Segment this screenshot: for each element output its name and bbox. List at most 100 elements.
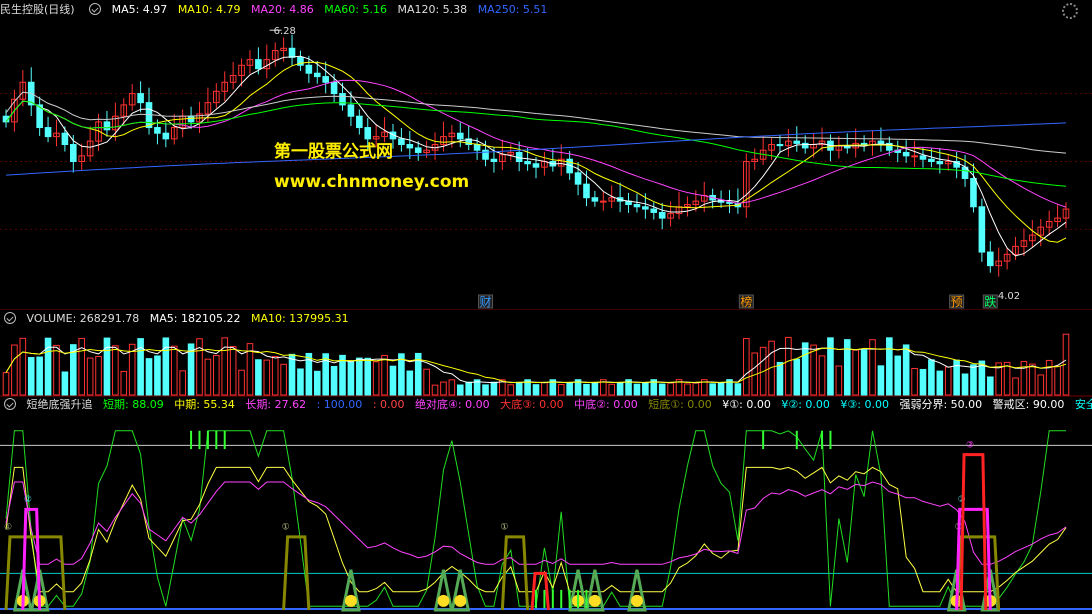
long-term-line bbox=[5, 481, 1067, 565]
volume-bar bbox=[440, 381, 447, 396]
candle-body bbox=[928, 158, 935, 162]
volume-bar bbox=[154, 355, 161, 396]
candle-body bbox=[793, 140, 801, 144]
volume-ma5-label: MA5: 182105.22 bbox=[149, 312, 241, 325]
osc-name: 短绝底强升追 bbox=[26, 398, 93, 411]
volume-bar bbox=[515, 381, 523, 396]
smiley-icon bbox=[630, 594, 643, 607]
volume-bar bbox=[490, 381, 498, 396]
volume-bar bbox=[911, 367, 918, 396]
volume-bar bbox=[1003, 361, 1011, 396]
volume-bar bbox=[616, 382, 624, 396]
volume-bar bbox=[776, 361, 784, 396]
volume-bar bbox=[667, 382, 674, 396]
candle-body bbox=[658, 211, 666, 219]
gear-icon[interactable] bbox=[1062, 3, 1078, 19]
volume-bar bbox=[860, 349, 868, 396]
candle-body bbox=[970, 177, 977, 208]
volume-bar bbox=[372, 361, 380, 396]
volume-ma10-label: MA10: 137995.31 bbox=[250, 312, 349, 325]
candle-body bbox=[406, 144, 414, 149]
volume-bar bbox=[297, 368, 304, 396]
volume-bar bbox=[456, 384, 464, 396]
volume-bar bbox=[532, 384, 540, 396]
volume-bar bbox=[507, 384, 515, 396]
volume-bar bbox=[1037, 374, 1045, 396]
volume-bar bbox=[961, 373, 969, 396]
volume-title-bar: VOLUME: 268291.78 MA5: 182105.22 MA10: 1… bbox=[0, 311, 356, 327]
candle-body bbox=[398, 138, 405, 146]
osc-expand-icon[interactable] bbox=[4, 398, 16, 410]
volume-chart[interactable] bbox=[0, 327, 1092, 397]
volume-bar bbox=[852, 349, 859, 396]
volume-bar bbox=[347, 361, 355, 396]
volume-bar bbox=[103, 337, 111, 396]
volume-bar bbox=[692, 382, 700, 396]
candle-body bbox=[137, 93, 144, 104]
volume-bar bbox=[86, 357, 94, 396]
volume-bar bbox=[213, 354, 220, 396]
candle-body bbox=[305, 64, 313, 74]
volume-bar bbox=[785, 336, 792, 396]
ma20-label: MA20: 4.86 bbox=[251, 3, 314, 16]
volume-bar bbox=[1029, 363, 1036, 396]
volume-bar bbox=[229, 346, 237, 396]
candlestick-chart[interactable]: 6.28 4.02 财 榜 预 跌 bbox=[0, 18, 1092, 310]
volume-bar bbox=[482, 384, 489, 396]
candle-body bbox=[61, 132, 69, 146]
candle-body bbox=[936, 161, 944, 165]
volume-bar bbox=[642, 382, 649, 396]
volume-bar bbox=[944, 366, 952, 396]
osc-item-divide: 强弱分界: 50.00 bbox=[899, 398, 983, 411]
ma120-label: MA120: 5.38 bbox=[397, 3, 468, 16]
volume-bar bbox=[2, 372, 10, 396]
candle-body bbox=[902, 151, 910, 157]
candle-body bbox=[877, 140, 885, 144]
osc-item-yen3: ¥③: 0.00 bbox=[840, 398, 889, 411]
volume-bar bbox=[894, 355, 902, 396]
volume-bar bbox=[465, 381, 472, 396]
stock-title[interactable]: 民生控股(日线) bbox=[0, 3, 75, 16]
volume-bar bbox=[95, 355, 102, 396]
volume-bar bbox=[869, 339, 876, 396]
watermark-title: 第一股票公式网 bbox=[274, 142, 393, 162]
volume-bar bbox=[255, 359, 262, 396]
candle-body bbox=[44, 127, 52, 138]
oscillator-chart[interactable]: ① ① ① ①② ②③ bbox=[0, 414, 1092, 614]
volume-bar bbox=[263, 359, 271, 396]
candle-body bbox=[490, 158, 498, 162]
smiley-icon bbox=[344, 594, 357, 607]
osc-item-alert: 警戒区: 90.00 bbox=[992, 398, 1065, 411]
volume-bar bbox=[27, 357, 35, 396]
osc-item-long: 长期: 27.62 bbox=[245, 398, 307, 411]
volume-bar bbox=[608, 383, 616, 396]
volume-bar bbox=[78, 337, 86, 396]
event-tag-4: 跌 bbox=[984, 294, 996, 309]
volume-bar bbox=[423, 368, 430, 396]
ma10-label: MA10: 4.79 bbox=[177, 3, 241, 16]
candle-body bbox=[313, 72, 321, 78]
volume-bar bbox=[381, 354, 388, 396]
volume-bar bbox=[179, 370, 186, 396]
candle-body bbox=[456, 132, 464, 140]
volume-bar bbox=[717, 382, 725, 396]
osc-item-short: 短期: 88.09 bbox=[103, 398, 164, 411]
volume-bar bbox=[827, 337, 834, 396]
volume-expand-icon[interactable] bbox=[4, 312, 16, 324]
expand-icon[interactable] bbox=[89, 3, 102, 15]
candle-body bbox=[633, 204, 641, 208]
short-term-line bbox=[5, 430, 1066, 607]
volume-bar bbox=[221, 337, 229, 396]
ma250-label: MA250: 5.51 bbox=[477, 3, 548, 16]
volume-bar bbox=[330, 365, 338, 396]
osc-item-safe: 安全 bbox=[1074, 398, 1092, 411]
candle-body bbox=[154, 127, 161, 134]
volume-bar bbox=[902, 344, 910, 396]
volume-bar bbox=[734, 383, 742, 396]
volume-bar bbox=[810, 344, 817, 396]
mid-bottom-marker: ② bbox=[24, 495, 32, 505]
volume-bar bbox=[936, 370, 944, 396]
volume-bar bbox=[238, 369, 245, 396]
candle-body bbox=[860, 142, 868, 146]
candle-body bbox=[583, 183, 590, 199]
